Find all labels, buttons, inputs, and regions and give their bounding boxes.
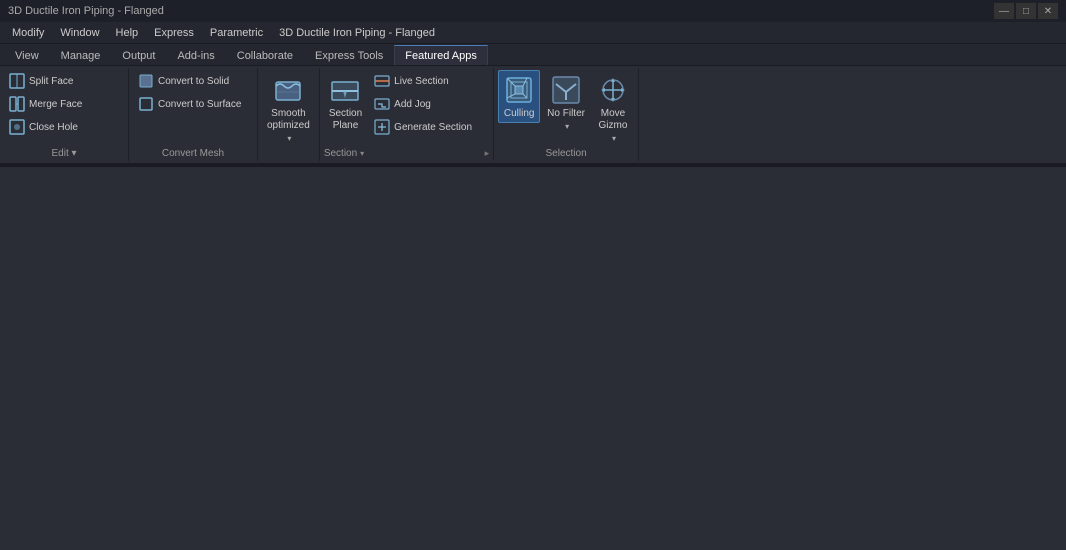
convert-mesh-items: Convert to Solid Convert to Surface (133, 70, 253, 146)
live-section-label: Live Section (394, 76, 448, 87)
smooth-optimized-button[interactable]: Smooth optimized ▾ (262, 70, 315, 146)
no-filter-icon (550, 74, 582, 106)
menu-express[interactable]: Express (146, 22, 202, 44)
maximize-button[interactable]: □ (1016, 3, 1036, 19)
ribbon-content: Split Face Merge Face (0, 66, 1066, 163)
section-plane-icon (329, 74, 361, 106)
group-section: Section Plane Live Section (320, 68, 494, 161)
convert-surface-label: Convert to Surface (158, 99, 241, 110)
selection-group-label: Selection (498, 146, 634, 161)
culling-label: Culling (504, 108, 535, 120)
edit-group-items: Split Face Merge Face (4, 70, 124, 146)
ribbon-separator (0, 163, 1066, 167)
generate-section-label: Generate Section (394, 122, 472, 133)
convert-mesh-label: Convert Mesh (133, 146, 253, 161)
menu-modify[interactable]: Modify (4, 22, 52, 44)
add-jog-button[interactable]: Add Jog (369, 93, 489, 115)
group-selection: Culling No Filter ▾ (494, 68, 639, 161)
tab-manage[interactable]: Manage (50, 45, 112, 65)
smooth-items: Smooth optimized ▾ (262, 70, 315, 157)
title-text: 3D Ductile Iron Piping - Flanged (8, 5, 164, 17)
menu-help[interactable]: Help (108, 22, 147, 44)
split-face-button[interactable]: Split Face (4, 70, 124, 92)
merge-face-label: Merge Face (29, 99, 82, 110)
minimize-button[interactable]: — (994, 3, 1014, 19)
add-jog-label: Add Jog (394, 99, 431, 110)
merge-face-button[interactable]: Merge Face (4, 93, 124, 115)
section-group-label[interactable]: Section ▾ ▸ (324, 146, 489, 161)
move-gizmo-icon (597, 74, 629, 106)
convert-surface-icon (138, 96, 154, 112)
tab-output[interactable]: Output (111, 45, 166, 65)
convert-to-solid-button[interactable]: Convert to Solid (133, 70, 253, 92)
tab-express-tools[interactable]: Express Tools (304, 45, 394, 65)
close-hole-icon (9, 119, 25, 135)
split-face-label: Split Face (29, 76, 73, 87)
move-gizmo-label: Move Gizmo (599, 108, 628, 132)
tab-featured-apps[interactable]: Featured Apps (394, 45, 488, 65)
section-items: Section Plane Live Section (324, 70, 489, 146)
group-edit: Split Face Merge Face (0, 68, 129, 161)
live-section-button[interactable]: Live Section (369, 70, 489, 92)
section-col: Live Section Add Jog (369, 70, 489, 138)
section-plane-label: Section Plane (329, 108, 362, 132)
convert-col: Convert to Solid Convert to Surface (133, 70, 253, 115)
close-button[interactable]: ✕ (1038, 3, 1058, 19)
add-jog-icon (374, 96, 390, 112)
generate-section-icon (374, 119, 390, 135)
move-gizmo-button[interactable]: Move Gizmo ▾ (592, 70, 634, 146)
no-filter-label: No Filter (547, 108, 585, 120)
close-hole-button[interactable]: Close Hole (4, 116, 124, 138)
culling-icon (503, 74, 535, 106)
tab-addins[interactable]: Add-ins (166, 45, 225, 65)
convert-solid-icon (138, 73, 154, 89)
culling-button[interactable]: Culling (498, 70, 540, 123)
menu-bar: Modify Window Help Express Parametric 3D… (0, 22, 1066, 44)
merge-face-icon (9, 96, 25, 112)
move-gizmo-dropdown-icon: ▾ (612, 134, 616, 143)
smooth-dropdown-icon: ▾ (287, 134, 291, 143)
title-bar: 3D Ductile Iron Piping - Flanged — □ ✕ (0, 0, 1066, 22)
no-filter-dropdown-icon: ▾ (565, 122, 569, 131)
section-expand-icon: ▾ (360, 149, 364, 158)
convert-to-surface-button[interactable]: Convert to Surface (133, 93, 253, 115)
tab-collaborate[interactable]: Collaborate (226, 45, 304, 65)
edit-col: Split Face Merge Face (4, 70, 124, 138)
section-more-icon[interactable]: ▸ (485, 148, 490, 159)
generate-section-button[interactable]: Generate Section (369, 116, 489, 138)
tab-view[interactable]: View (4, 45, 50, 65)
live-section-icon (374, 73, 390, 89)
window-controls[interactable]: — □ ✕ (994, 3, 1058, 19)
group-convert-mesh: Convert to Solid Convert to Surface Conv… (129, 68, 258, 161)
split-face-icon (9, 73, 25, 89)
smooth-group-label (262, 157, 315, 161)
no-filter-button[interactable]: No Filter ▾ (542, 70, 590, 134)
menu-3d-piping[interactable]: 3D Ductile Iron Piping - Flanged (271, 22, 443, 44)
section-plane-button[interactable]: Section Plane (324, 70, 367, 135)
menu-window[interactable]: Window (52, 22, 107, 44)
close-hole-label: Close Hole (29, 122, 78, 133)
ribbon-tabs: View Manage Output Add-ins Collaborate E… (0, 44, 1066, 66)
smooth-icon (272, 74, 304, 106)
menu-parametric[interactable]: Parametric (202, 22, 271, 44)
smooth-label: Smooth optimized (267, 108, 310, 132)
selection-items: Culling No Filter ▾ (498, 70, 634, 146)
edit-group-label[interactable]: Edit ▾ (4, 146, 124, 161)
convert-solid-label: Convert to Solid (158, 76, 229, 87)
group-smooth: Smooth optimized ▾ (258, 68, 320, 161)
